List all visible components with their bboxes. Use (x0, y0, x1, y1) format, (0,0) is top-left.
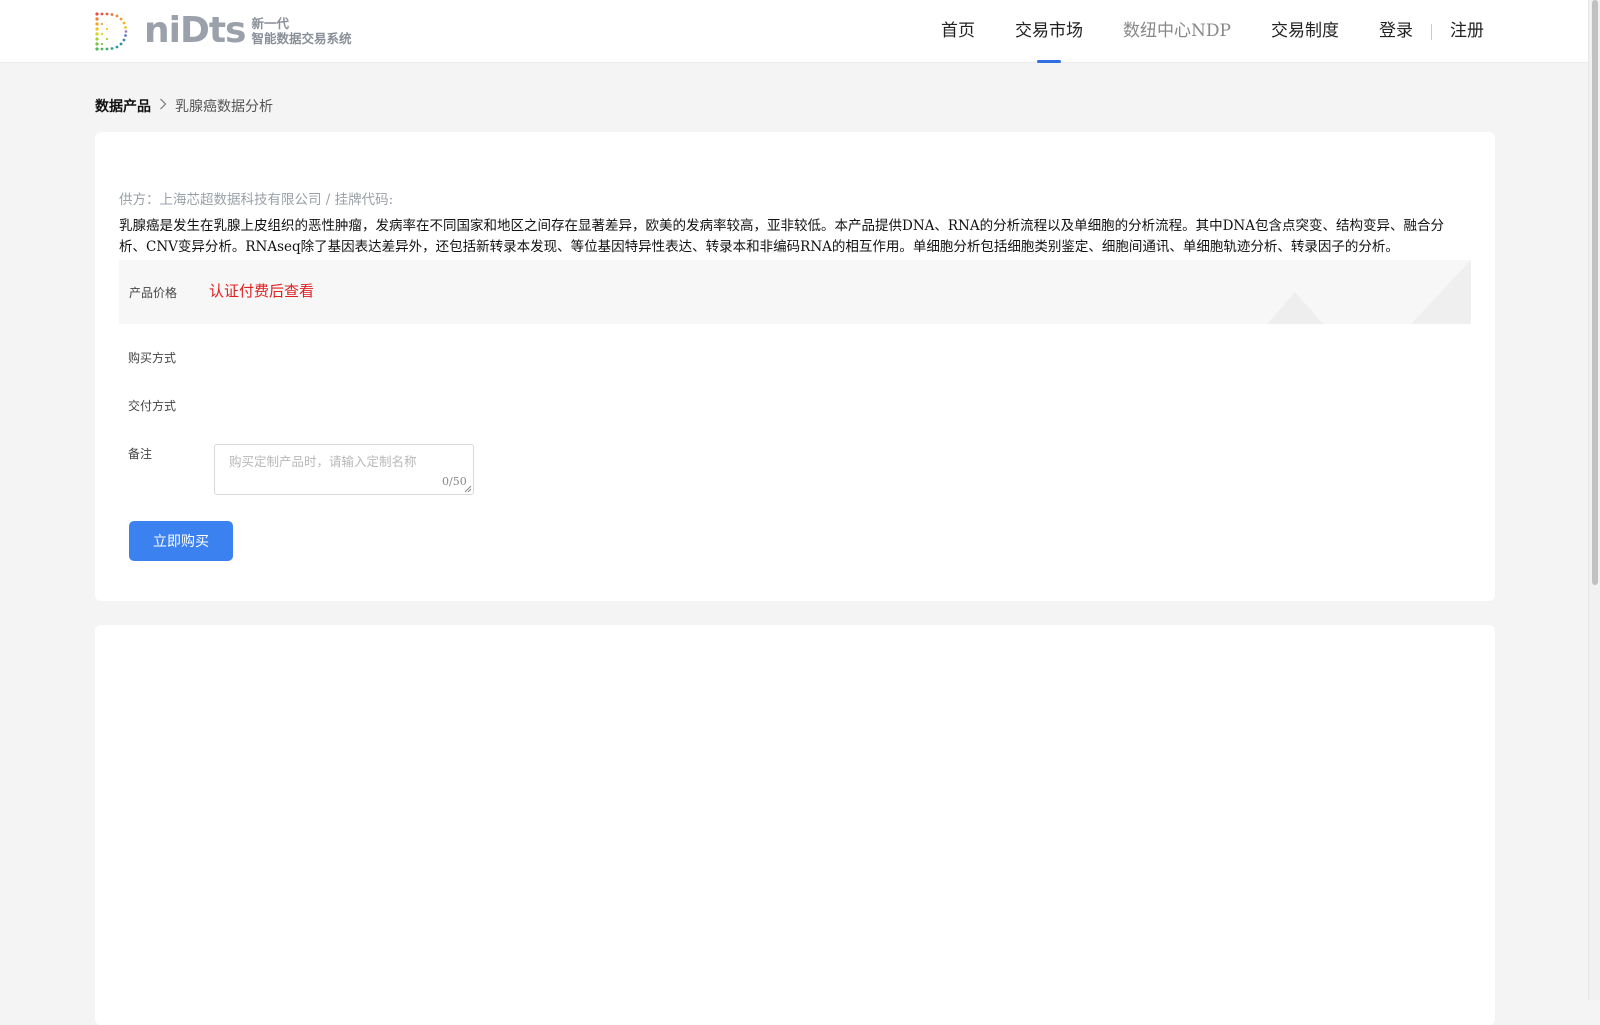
logo-tagline-2: 智能数据交易系统 (251, 31, 352, 46)
nav-rules[interactable]: 交易制度 (1271, 0, 1339, 63)
decorative-triangle-icon (1267, 260, 1471, 324)
product-extra-card (95, 625, 1495, 1025)
breadcrumb-current: 乳腺癌数据分析 (175, 99, 273, 115)
product-description: 乳腺癌是发生在乳腺上皮组织的恶性肿瘤，发病率在不同国家和地区之间存在显著差异，欧… (119, 218, 1444, 255)
chevron-right-icon (159, 98, 167, 114)
site-logo[interactable]: niDts 新一代 智能数据交易系统 (94, 10, 352, 52)
nav-divider (1431, 23, 1432, 40)
remark-char-count: 0/50 (442, 475, 467, 488)
scrollbar-thumb[interactable] (1592, 0, 1598, 585)
nav-market[interactable]: 交易市场 (1015, 0, 1083, 63)
register-link[interactable]: 注册 (1450, 0, 1484, 63)
main-nav: 首页 交易市场 数纽中心NDP 交易制度 登录 注册 (901, 0, 1484, 63)
purchase-method-label: 购买方式 (128, 351, 177, 365)
logo-tagline: 新一代 智能数据交易系统 (252, 16, 352, 46)
remark-input[interactable] (214, 444, 474, 495)
logo-tagline-1: 新一代 (251, 16, 290, 31)
breadcrumb: 数据产品 乳腺癌数据分析 (95, 96, 273, 116)
breadcrumb-root-link[interactable]: 数据产品 (95, 96, 151, 116)
price-label: 产品价格 (129, 286, 178, 300)
login-link[interactable]: 登录 (1379, 0, 1413, 63)
nav-ndp[interactable]: 数纽中心NDP (1123, 0, 1231, 63)
price-row: 产品价格 认证付费后查看 (119, 260, 1471, 324)
price-value: 认证付费后查看 (209, 282, 315, 300)
buy-now-button[interactable]: 立即购买 (129, 521, 233, 561)
remark-label: 备注 (128, 447, 153, 461)
delivery-method-label: 交付方式 (128, 399, 177, 413)
nav-home[interactable]: 首页 (941, 0, 975, 63)
top-header: niDts 新一代 智能数据交易系统 首页 交易市场 数纽中心NDP 交易制度 … (0, 0, 1588, 63)
supplier-line: 供方：上海芯超数据科技有限公司 / 挂牌代码: (119, 192, 394, 208)
resize-grip-icon[interactable] (464, 485, 472, 493)
logo-d-icon (95, 12, 128, 51)
product-detail-card: 供方：上海芯超数据科技有限公司 / 挂牌代码: 乳腺癌是发生在乳腺上皮组织的恶性… (95, 132, 1495, 601)
logo-wordmark: niDts (144, 10, 246, 51)
page-scrollbar[interactable] (1588, 0, 1600, 1000)
